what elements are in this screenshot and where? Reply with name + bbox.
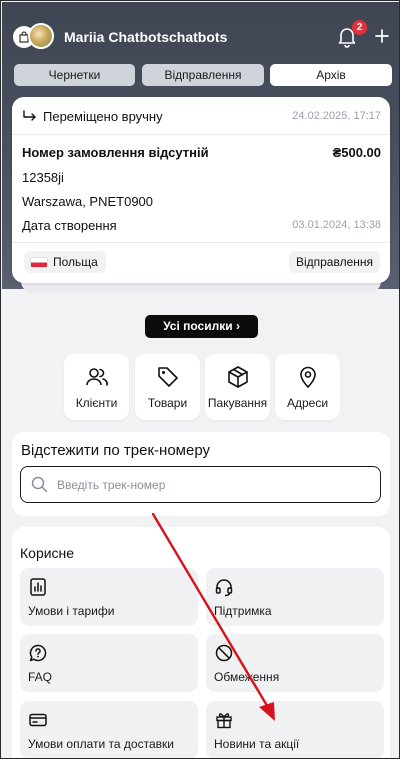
order-amount: ₴500.00 xyxy=(332,145,381,160)
country-name: Польща xyxy=(53,255,98,269)
quick-products-button[interactable]: Товари xyxy=(135,354,200,420)
users-icon xyxy=(85,365,109,389)
divider xyxy=(12,242,390,243)
plus-icon[interactable] xyxy=(374,28,390,44)
useful-restrictions-label: Обмеження xyxy=(214,670,280,684)
delivery-address: Warszawa, PNET0900 xyxy=(22,194,154,209)
notification-badge: 2 xyxy=(352,20,367,35)
tab-archive[interactable]: Архів xyxy=(270,64,392,86)
chevron-right-icon: › xyxy=(235,319,240,333)
order-title: Номер замовлення відсутній xyxy=(22,145,209,160)
stage-badge: Відправлення xyxy=(288,251,380,273)
all-parcels-label: Усі посилки xyxy=(163,319,233,333)
tab-drafts[interactable]: Чернетки xyxy=(14,64,135,86)
useful-support-label: Підтримка xyxy=(214,604,272,618)
quick-addresses-button[interactable]: Адреси xyxy=(275,354,340,420)
box-icon xyxy=(226,365,250,389)
quick-clients-button[interactable]: Клієнти xyxy=(64,354,129,420)
useful-news-tile[interactable]: Новини та акції xyxy=(206,701,384,758)
search-icon xyxy=(31,476,48,493)
useful-payment-label: Умови оплати та доставки xyxy=(28,737,174,751)
shipment-status: Переміщено вручну xyxy=(43,109,163,124)
useful-restrictions-tile[interactable]: Обмеження xyxy=(206,634,384,692)
quick-addresses-label: Адреси xyxy=(286,396,329,410)
poland-flag-icon xyxy=(30,256,48,268)
shipment-status-row: Переміщено вручну 24.02.2025, 17:17 xyxy=(12,97,390,135)
username[interactable]: Mariia Chatbotschatbots xyxy=(64,29,227,45)
tracking-search-card: Відстежити по трек-номеру Введіть трек-н… xyxy=(12,432,390,516)
app-screen: Mariia Chatbotschatbots 2 Чернетки Відпр… xyxy=(0,0,400,759)
useful-news-label: Новини та акції xyxy=(214,737,300,751)
useful-title: Корисне xyxy=(20,545,75,561)
tracking-search-placeholder: Введіть трек-номер xyxy=(57,478,166,492)
question-chat-icon xyxy=(28,643,48,663)
tag-icon xyxy=(156,365,180,389)
shipment-status-date: 24.02.2025, 17:17 xyxy=(292,110,381,122)
quick-products-label: Товари xyxy=(147,396,188,410)
gift-icon xyxy=(214,710,234,730)
all-parcels-button[interactable]: Усі посилки › xyxy=(145,315,258,338)
tab-shipments[interactable]: Відправлення xyxy=(142,64,264,86)
avatar[interactable] xyxy=(28,23,54,49)
useful-support-tile[interactable]: Підтримка xyxy=(206,568,384,626)
chart-icon xyxy=(28,577,48,597)
headset-icon xyxy=(214,577,234,597)
tracking-search-input[interactable]: Введіть трек-номер xyxy=(20,466,381,503)
created-label: Дата створення xyxy=(22,218,117,233)
card-icon xyxy=(28,710,48,730)
useful-tariffs-tile[interactable]: Умови і тарифи xyxy=(20,568,198,626)
quick-packaging-button[interactable]: Пакування xyxy=(205,354,270,420)
tracking-number: 12358ji xyxy=(22,170,64,185)
country-badge: Польща xyxy=(24,251,106,273)
top-bar: Mariia Chatbotschatbots 2 xyxy=(2,2,399,62)
prohibited-icon xyxy=(214,643,234,663)
created-date: 03.01.2024, 13:38 xyxy=(292,219,381,231)
quick-clients-label: Клієнти xyxy=(75,396,118,410)
useful-section: Корисне Умови і тарифи Підтримка FAQ Обм… xyxy=(12,527,390,758)
useful-payment-tile[interactable]: Умови оплати та доставки xyxy=(20,701,198,758)
shipment-tabs: Чернетки Відправлення Архів xyxy=(14,64,392,86)
useful-tariffs-label: Умови і тарифи xyxy=(28,604,115,618)
tracking-search-title: Відстежити по трек-номеру xyxy=(21,442,210,459)
shipment-card[interactable]: Переміщено вручну 24.02.2025, 17:17 Номе… xyxy=(12,97,390,283)
useful-faq-label: FAQ xyxy=(28,670,53,684)
useful-faq-tile[interactable]: FAQ xyxy=(20,634,198,692)
quick-packaging-label: Пакування xyxy=(207,396,268,410)
move-arrow-icon xyxy=(22,108,38,124)
map-pin-icon xyxy=(296,365,320,389)
